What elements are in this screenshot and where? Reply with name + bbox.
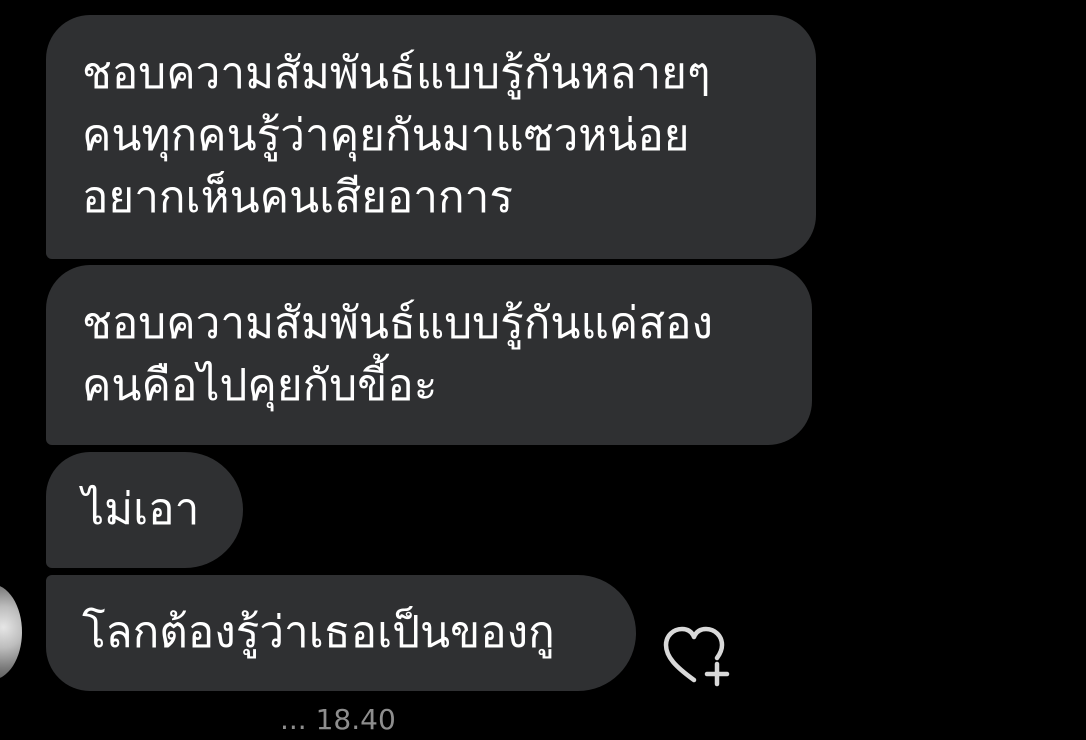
- message-bubble[interactable]: ชอบความสัมพันธ์แบบรู้กันหลายๆ คนทุกคนรู้…: [46, 15, 816, 259]
- message-line: ชอบความสัมพันธ์แบบรู้กันหลายๆ: [82, 48, 711, 99]
- message-line: ชอบความสัมพันธ์แบบรู้กันแค่สอง: [82, 298, 713, 349]
- chat-thread: ชอบความสัมพันธ์แบบรู้กันหลายๆ คนทุกคนรู้…: [0, 0, 1086, 736]
- message-bubble[interactable]: โลกต้องรู้ว่าเธอเป็นของกู: [46, 575, 636, 691]
- message-line: อยากเห็นคนเสียอาการ: [82, 172, 513, 223]
- message-timestamp: ... 18.40: [280, 703, 396, 736]
- message-line: คนทุกคนรู้ว่าคุยกันมาแซวหน่อย: [82, 110, 690, 161]
- message-line: โลกต้องรู้ว่าเธอเป็นของกู: [82, 607, 555, 658]
- avatar[interactable]: [0, 584, 22, 680]
- message-bubble[interactable]: ชอบความสัมพันธ์แบบรู้กันแค่สอง คนคือไปคุ…: [46, 265, 812, 445]
- message-line: คนคือไปคุยกับขี้อะ: [82, 360, 438, 411]
- heart-plus-icon[interactable]: [662, 626, 734, 688]
- message-bubble[interactable]: ไม่เอา: [46, 452, 243, 568]
- message-line: ไม่เอา: [82, 484, 200, 535]
